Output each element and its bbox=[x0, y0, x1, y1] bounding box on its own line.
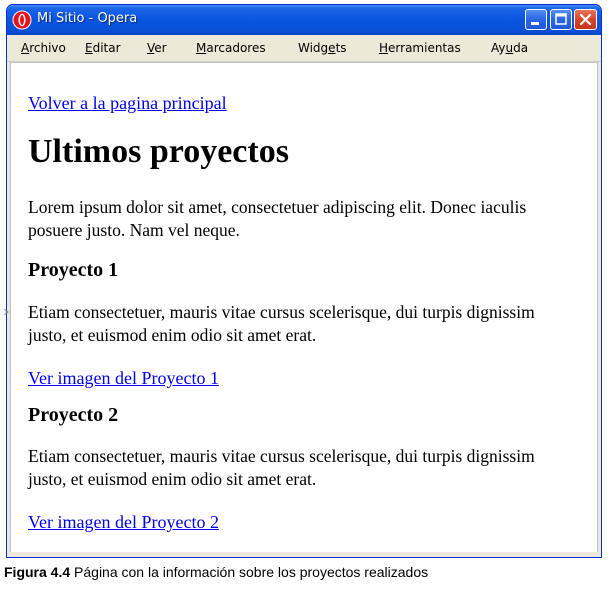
page-viewport[interactable]: Volver a la pagina principal Ultimos pro… bbox=[10, 62, 598, 556]
maximize-button[interactable] bbox=[550, 9, 572, 30]
project-1-heading: Proyecto 1 bbox=[28, 259, 119, 281]
project-1-description: Etiam consectetuer, mauris vitae cursus … bbox=[28, 302, 535, 345]
menu-ayuda[interactable]: Ayuda bbox=[491, 41, 528, 55]
minimize-button[interactable] bbox=[525, 9, 547, 30]
opera-logo-icon bbox=[12, 10, 32, 30]
figure-label: Figura 4.4 bbox=[4, 564, 71, 580]
menu-bar: Archivo Editar Ver Marcadores Widgets He… bbox=[7, 35, 601, 62]
back-to-home-link[interactable]: Volver a la pagina principal bbox=[28, 93, 227, 114]
close-button[interactable] bbox=[574, 9, 597, 30]
project-2-image-link[interactable]: Ver imagen del Proyecto 2 bbox=[28, 512, 219, 533]
menu-marcadores[interactable]: Marcadores bbox=[196, 41, 266, 55]
menu-ver[interactable]: Ver bbox=[147, 41, 167, 55]
project-1-image-link[interactable]: Ver imagen del Proyecto 1 bbox=[28, 368, 219, 389]
intro-paragraph: Lorem ipsum dolor sit amet, consectetuer… bbox=[28, 197, 527, 240]
figure-caption-text: Página con la información sobre los proy… bbox=[70, 564, 429, 580]
title-bar[interactable]: Mi Sitio - Opera bbox=[7, 5, 601, 35]
project-2-description: Etiam consectetuer, mauris vitae cursus … bbox=[28, 446, 535, 489]
project-2-heading: Proyecto 2 bbox=[28, 404, 119, 426]
page-title: Ultimos proyectos bbox=[28, 133, 289, 170]
maximize-icon bbox=[555, 13, 567, 25]
browser-window: Mi Sitio - Opera Archivo Editar Ver Marc… bbox=[6, 4, 602, 558]
menu-herramientas[interactable]: Herramientas bbox=[379, 41, 461, 55]
figure-caption: Figura 4.4 Página con la información sob… bbox=[4, 564, 428, 580]
menu-archivo[interactable]: Archivo bbox=[21, 41, 66, 55]
minimize-icon bbox=[531, 22, 539, 25]
window-title: Mi Sitio - Opera bbox=[37, 11, 138, 26]
menu-editar[interactable]: Editar bbox=[85, 41, 121, 55]
panel-toggle-icon[interactable] bbox=[3, 308, 9, 316]
close-icon bbox=[579, 13, 592, 26]
status-bar bbox=[10, 552, 598, 557]
menu-widgets[interactable]: Widgets bbox=[298, 41, 347, 55]
